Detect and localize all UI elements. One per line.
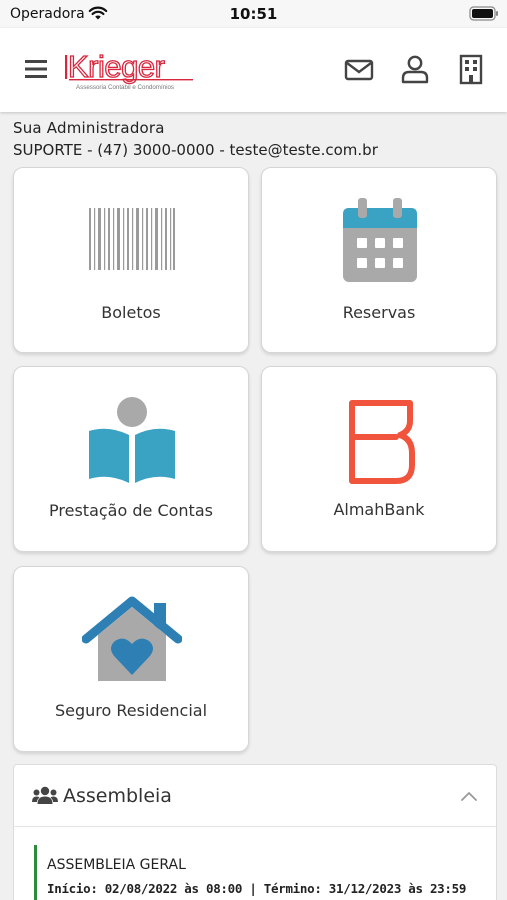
seguro-residencial-card[interactable]: Seguro Residencial — [13, 566, 249, 752]
users-icon — [32, 785, 58, 809]
assembleia-item[interactable]: ASSEMBLEIA GERAL Início: 02/08/2022 às 0… — [34, 845, 476, 900]
clock: 10:51 — [229, 5, 278, 23]
krieger-logo: Krieger Assessoria Contábil e Condomínio… — [62, 46, 198, 96]
reservas-card[interactable]: Reservas — [261, 167, 497, 353]
assembleia-panel: Assembleia ASSEMBLEIA GERAL Início: 02/0… — [13, 764, 497, 900]
mail-icon — [344, 59, 374, 81]
user-icon — [401, 55, 429, 84]
assembleia-title: Assembleia — [63, 785, 172, 807]
building-icon — [459, 54, 483, 85]
prestacao-de-contas-card[interactable]: Prestação de Contas — [13, 366, 249, 552]
calendar-icon — [341, 196, 419, 288]
chevron-up-icon[interactable] — [460, 787, 478, 806]
assembleia-item-dates: Início: 02/08/2022 às 08:00 | Término: 3… — [47, 881, 467, 896]
reservas-label: Reservas — [342, 303, 416, 322]
svg-text:Assessoria Contábil e Condomín: Assessoria Contábil e Condomínios — [76, 84, 174, 91]
barcode-icon — [87, 206, 177, 276]
seguro-residencial-label: Seguro Residencial — [54, 701, 208, 720]
book-reader-icon — [87, 395, 177, 489]
prestacao-de-contas-label: Prestação de Contas — [49, 501, 213, 520]
administradora-contact: SUPORTE - (47) 3000-0000 - teste@teste.c… — [13, 141, 378, 159]
administradora-title: Sua Administradora — [13, 119, 165, 137]
menu-icon — [25, 60, 47, 78]
boletos-card[interactable]: Boletos — [13, 167, 249, 353]
battery-icon — [469, 6, 499, 25]
app-header: Krieger Assessoria Contábil e Condomínio… — [0, 28, 507, 112]
assembleia-item-title: ASSEMBLEIA GERAL — [47, 857, 186, 873]
almahbank-logo-icon — [346, 397, 416, 489]
condominium-button[interactable] — [453, 52, 489, 88]
profile-button[interactable] — [397, 52, 433, 88]
svg-text:Krieger: Krieger — [68, 49, 165, 84]
status-bar: Operadora 10:51 — [0, 0, 507, 28]
boletos-label: Boletos — [101, 303, 161, 322]
almahbank-card[interactable]: AlmahBank — [261, 366, 497, 552]
house-heart-icon — [81, 595, 183, 687]
menu-button[interactable] — [22, 56, 50, 82]
assembleia-header[interactable]: Assembleia — [14, 765, 496, 827]
messages-button[interactable] — [341, 52, 377, 88]
almahbank-label: AlmahBank — [333, 500, 425, 519]
